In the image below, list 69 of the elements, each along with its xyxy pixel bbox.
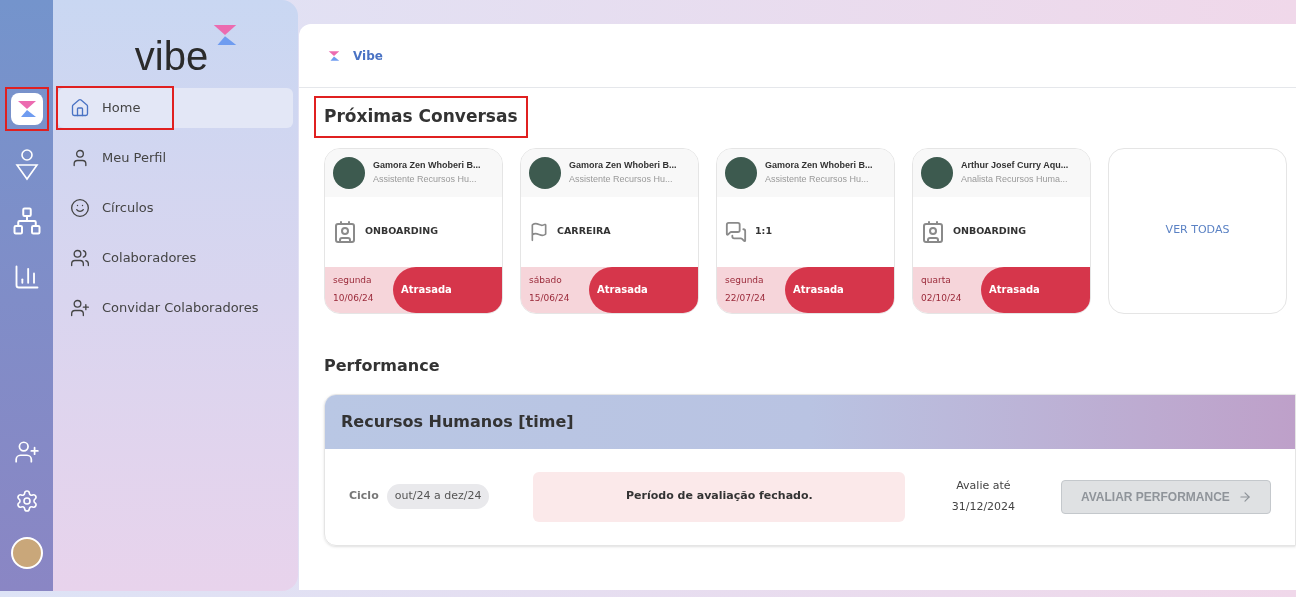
person-name: Gamora Zen Whoberi B... bbox=[569, 159, 677, 172]
avatar bbox=[529, 156, 561, 189]
nav-label: Convidar Colaboradores bbox=[102, 299, 259, 318]
section-title: Próximas Conversas bbox=[316, 98, 526, 136]
date-label: 15/06/24 bbox=[529, 291, 571, 305]
avatar bbox=[333, 156, 365, 189]
conversation-card[interactable]: Arthur Josef Curry Aqu... Analista Recursos Huma... ONBOARDING quarta 02/10/24 Atrasada bbox=[912, 147, 1091, 314]
avatar bbox=[921, 156, 953, 189]
status-badge: Atrasada bbox=[393, 266, 502, 313]
settings-icon[interactable] bbox=[14, 489, 39, 513]
status-badge: Atrasada bbox=[981, 266, 1090, 313]
person-role: Assistente Recursos Hu... bbox=[765, 172, 870, 186]
nav-label: Meu Perfil bbox=[102, 149, 167, 168]
contact-card-icon bbox=[921, 219, 945, 244]
nav-item[interactable]: Círculos bbox=[58, 188, 293, 228]
nav-label: Círculos bbox=[102, 199, 154, 218]
conversation-card[interactable]: Gamora Zen Whoberi B... Assistente Recursos Hu... ONBOARDING segunda 10/06/24 Atrasada bbox=[324, 147, 503, 314]
avatar[interactable] bbox=[10, 537, 43, 569]
status-badge: Atrasada bbox=[589, 266, 698, 313]
avatar bbox=[725, 156, 757, 189]
person-role: Assistente Recursos Hu... bbox=[373, 172, 478, 186]
conversation-type: ONBOARDING bbox=[953, 224, 1026, 239]
nav-item[interactable]: Home bbox=[58, 88, 293, 128]
conversation-type: 1:1 bbox=[755, 224, 773, 239]
cycle-chip: out/24 a dez/24 bbox=[386, 484, 490, 509]
arrow-icon bbox=[1237, 489, 1252, 504]
deadline-date: 31/12/2024 bbox=[951, 498, 1016, 515]
conversation-type: ONBOARDING bbox=[365, 224, 438, 239]
face-icon bbox=[70, 198, 90, 218]
person-role: Analista Recursos Huma... bbox=[961, 172, 1069, 186]
conversation-card[interactable]: Gamora Zen Whoberi B... Assistente Recursos Hu... 1:1 segunda 22/07/24 Atrasada bbox=[716, 147, 895, 314]
nav-label: Colaboradores bbox=[102, 249, 197, 268]
cycle-label: Ciclo bbox=[349, 488, 379, 505]
section-title: Performance bbox=[324, 354, 441, 377]
date-label: 10/06/24 bbox=[333, 291, 375, 305]
vibe-logo-text: vibe bbox=[134, 36, 209, 76]
person-name: Gamora Zen Whoberi B... bbox=[765, 159, 873, 172]
conversation-card[interactable]: Gamora Zen Whoberi B... Assistente Recursos Hu... CARREIRA sábado 15/06/24 Atrasada bbox=[520, 147, 699, 314]
day-label: segunda bbox=[725, 274, 765, 287]
add-user-icon[interactable] bbox=[13, 439, 40, 465]
day-label: quarta bbox=[921, 274, 952, 287]
logo-button[interactable] bbox=[10, 93, 43, 125]
nav-label: Home bbox=[102, 99, 141, 118]
contact-card-icon bbox=[333, 219, 357, 244]
person-name: Gamora Zen Whoberi B... bbox=[373, 159, 481, 172]
home-icon bbox=[70, 98, 90, 118]
person-name: Arthur Josef Curry Aqu... bbox=[961, 159, 1069, 172]
nav-item[interactable]: Colaboradores bbox=[58, 238, 293, 278]
date-label: 02/10/24 bbox=[921, 291, 963, 305]
breadcrumb-logo-icon bbox=[327, 48, 341, 63]
chat-icon bbox=[725, 220, 747, 243]
ai-person-icon[interactable] bbox=[13, 148, 40, 182]
day-label: sábado bbox=[529, 274, 563, 287]
flag-icon bbox=[529, 221, 549, 242]
day-label: segunda bbox=[333, 274, 373, 287]
nav-item[interactable]: Convidar Colaboradores bbox=[58, 288, 293, 328]
team-title: Recursos Humanos [time] bbox=[341, 410, 574, 433]
breadcrumb-link[interactable]: Vibe bbox=[353, 46, 383, 65]
see-all-card[interactable]: VER TODAS bbox=[1108, 147, 1287, 314]
network-icon[interactable] bbox=[11, 206, 42, 236]
date-label: 22/07/24 bbox=[725, 291, 767, 305]
person-role: Assistente Recursos Hu... bbox=[569, 172, 674, 186]
notice-banner: Período de avaliação fechado. bbox=[533, 471, 906, 522]
nav-item[interactable]: Meu Perfil bbox=[58, 138, 293, 178]
group-icon bbox=[70, 248, 90, 268]
add-user-icon bbox=[70, 298, 90, 318]
deadline-label: Avalie até bbox=[956, 478, 1011, 494]
status-badge: Atrasada bbox=[785, 266, 894, 313]
conversation-type: CARREIRA bbox=[557, 224, 611, 239]
